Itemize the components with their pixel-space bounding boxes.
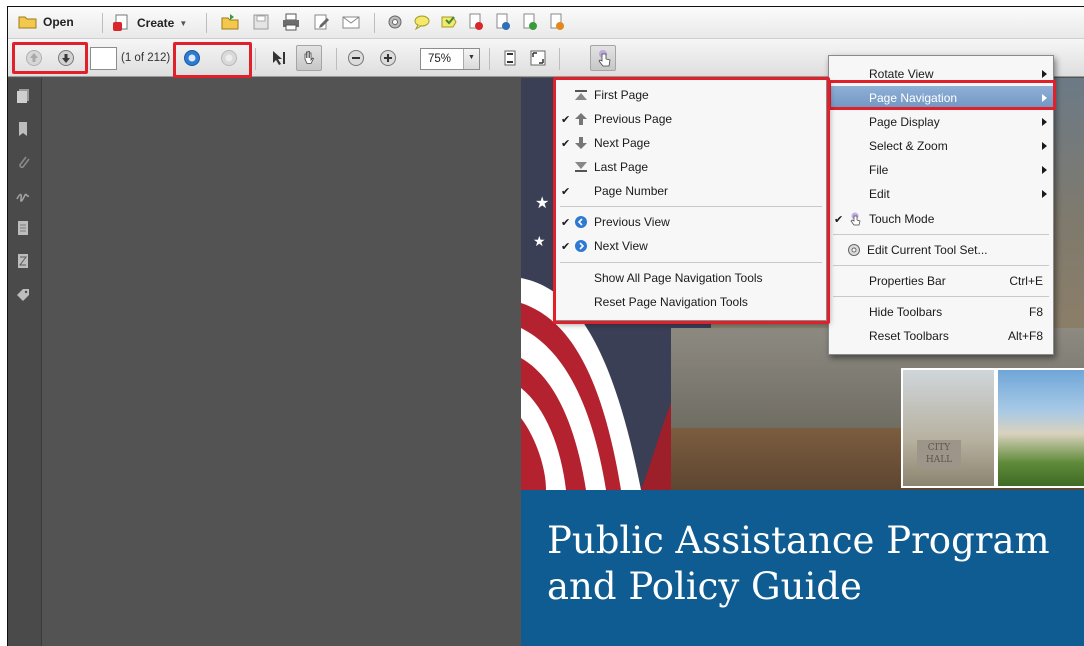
- title-banner: Public Assistance Program and Policy Gui…: [521, 490, 1084, 646]
- full-screen-icon[interactable]: [529, 49, 547, 67]
- city-hall-photo: CITY HALL: [901, 368, 996, 488]
- fit-page-icon[interactable]: [501, 49, 519, 67]
- save-icon[interactable]: [252, 13, 270, 31]
- comment-icon[interactable]: [413, 13, 431, 31]
- page-thumbnails-icon[interactable]: [16, 88, 30, 104]
- folder-icon: [18, 16, 37, 29]
- zoom-in-icon[interactable]: [379, 49, 397, 67]
- pdf-sign-icon[interactable]: [521, 13, 539, 31]
- open-button[interactable]: Open: [18, 14, 74, 30]
- zoom-out-icon[interactable]: [347, 49, 365, 67]
- select-cursor-icon[interactable]: [270, 49, 288, 67]
- bookmarks-icon[interactable]: [16, 121, 30, 137]
- touch-mode-button[interactable]: [590, 45, 616, 71]
- gear-icon[interactable]: [386, 13, 404, 31]
- zoom-dropdown-button[interactable]: ▼: [463, 49, 479, 69]
- document-title: Public Assistance Program and Policy Gui…: [547, 518, 1084, 610]
- chevron-down-icon: ▼: [468, 54, 475, 61]
- main-toolbar: Open Create ▼: [8, 7, 1084, 39]
- title-line-2: and Policy Guide: [547, 565, 862, 608]
- highlight-page-arrows: [12, 42, 88, 74]
- page-count: (1 of 212): [121, 52, 171, 64]
- signatures-icon[interactable]: [16, 187, 30, 203]
- chevron-right-icon: [1042, 190, 1047, 198]
- highlight-icon[interactable]: [440, 13, 458, 31]
- pdf-protect-icon[interactable]: [494, 13, 512, 31]
- create-button[interactable]: Create ▼: [112, 14, 187, 32]
- hand-icon: [304, 51, 315, 64]
- menu-item-touch-mode[interactable]: ✔ Touch Mode: [829, 207, 1053, 231]
- attachments-icon[interactable]: [16, 154, 30, 170]
- menu-item-reset-toolbars[interactable]: Reset Toolbars Alt+F8: [829, 324, 1053, 348]
- create-pdf-icon: [113, 14, 128, 31]
- order-icon[interactable]: [16, 253, 30, 269]
- open-label: Open: [43, 15, 74, 29]
- zoom-select[interactable]: 75% ▼: [420, 48, 480, 70]
- page-number-input[interactable]: [90, 47, 117, 70]
- restored-building-photo: [996, 368, 1084, 488]
- acrobat-window: Open Create ▼ (1 of 212) 75% ▼ ★ ★ CITY …: [7, 6, 1084, 646]
- chevron-right-icon: [1042, 166, 1047, 174]
- chevron-down-icon: ▼: [179, 18, 188, 28]
- zoom-value: 75%: [428, 53, 452, 65]
- save-folder-icon[interactable]: [221, 13, 239, 31]
- menu-item-edit[interactable]: Edit: [829, 182, 1053, 206]
- highlight-page-navigation: [828, 80, 1056, 110]
- menu-item-page-display[interactable]: Page Display: [829, 110, 1053, 134]
- hand-tool-button[interactable]: [296, 45, 322, 71]
- chevron-right-icon: [1042, 142, 1047, 150]
- menu-item-properties-bar[interactable]: Properties Bar Ctrl+E: [829, 269, 1053, 293]
- gear-icon: [848, 244, 860, 256]
- checkmark-icon: ✔: [834, 213, 844, 226]
- title-line-1: Public Assistance Program: [547, 519, 1050, 562]
- city-hall-sign: CITY HALL: [917, 440, 961, 468]
- menu-item-file[interactable]: File: [829, 158, 1053, 182]
- chevron-right-icon: [1042, 70, 1047, 78]
- pdf-action-icon[interactable]: [467, 13, 485, 31]
- menu-item-hide-toolbars[interactable]: Hide Toolbars F8: [829, 300, 1053, 324]
- hand-touch-icon: [850, 212, 861, 226]
- layers-icon[interactable]: [16, 220, 30, 236]
- highlight-navigation-submenu: [553, 77, 830, 324]
- create-label: Create: [137, 16, 175, 30]
- menu-item-select-zoom[interactable]: Select & Zoom: [829, 134, 1053, 158]
- menu-item-edit-tool-set[interactable]: Edit Current Tool Set...: [829, 238, 1053, 262]
- email-icon[interactable]: [342, 14, 360, 32]
- chevron-right-icon: [1042, 118, 1047, 126]
- svg-text:★: ★: [533, 233, 546, 249]
- hand-touch-icon: [598, 50, 611, 67]
- highlight-view-buttons: [173, 42, 252, 78]
- tags-icon[interactable]: [16, 288, 30, 304]
- svg-text:★: ★: [535, 195, 549, 212]
- navigation-pane: [8, 78, 42, 646]
- pdf-review-icon[interactable]: [548, 13, 566, 31]
- print-icon[interactable]: [282, 13, 300, 31]
- edit-document-icon[interactable]: [312, 13, 330, 31]
